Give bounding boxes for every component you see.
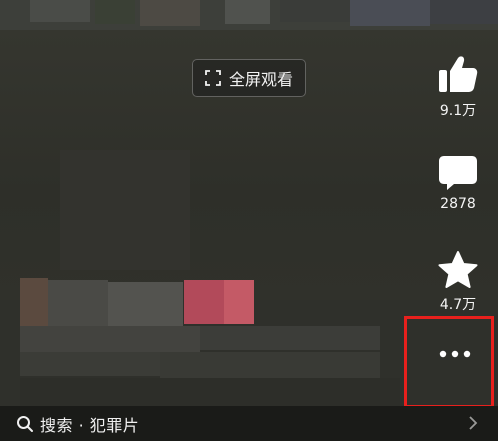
search-label: 搜索 · 犯罪片	[40, 415, 140, 435]
favorite-button[interactable]: 4.7万	[418, 250, 498, 314]
star-icon	[438, 251, 478, 288]
search-bar[interactable]: 搜索 · 犯罪片	[0, 406, 498, 441]
search-icon	[17, 415, 33, 432]
fullscreen-icon	[205, 70, 221, 86]
like-count: 9.1万	[439, 103, 477, 119]
comment-count: 2878	[440, 196, 476, 212]
fullscreen-label: 全屏观看	[228, 70, 293, 89]
more-dots-icon[interactable]	[437, 348, 473, 360]
highlight-box	[404, 316, 494, 408]
comment-button[interactable]: 2878	[418, 154, 498, 212]
fullscreen-button[interactable]: 全屏观看	[192, 59, 306, 97]
thumbs-up-icon	[439, 56, 478, 92]
favorite-count: 4.7万	[439, 297, 477, 313]
comment-bubble-icon	[439, 156, 477, 190]
chevron-right-icon	[469, 416, 478, 430]
like-button[interactable]: 9.1万	[418, 52, 498, 120]
